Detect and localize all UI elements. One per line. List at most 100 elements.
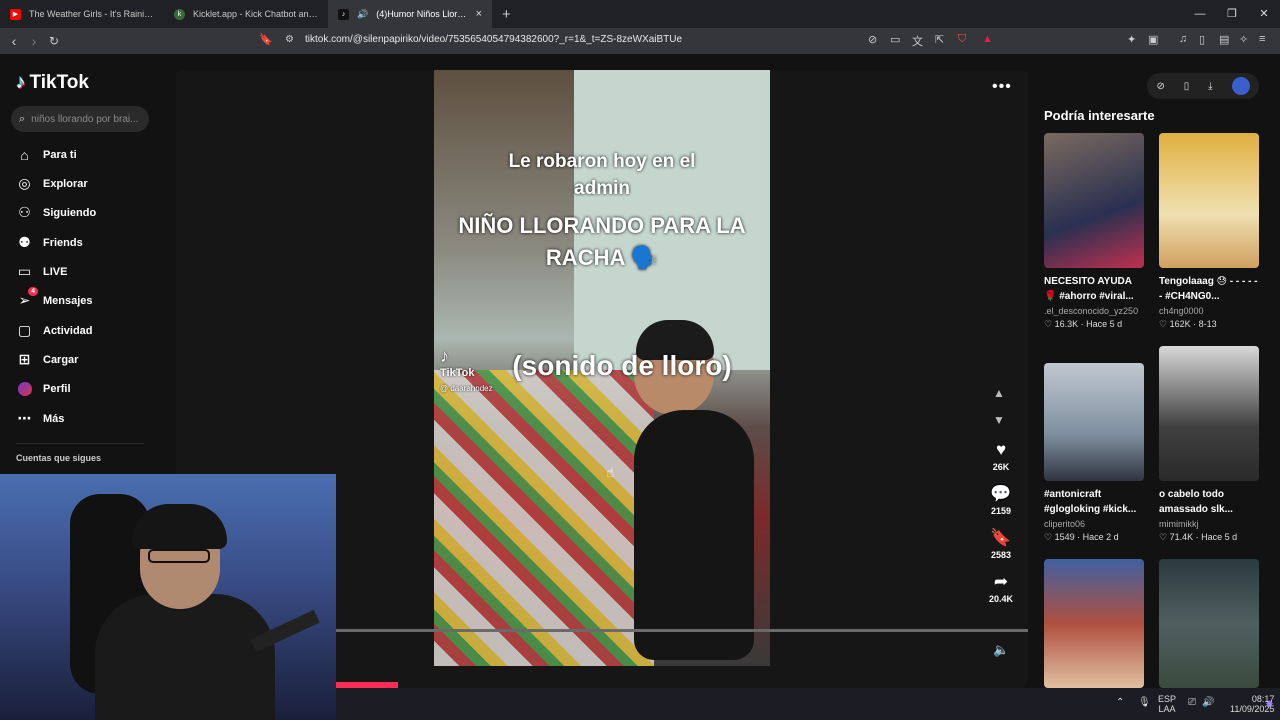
upload-icon: ⊞ [18, 351, 31, 367]
speaker-icon: 🔊 [357, 8, 369, 19]
tiktok-logo[interactable]: ♪ TikTok [16, 72, 89, 94]
rec-card[interactable]: o cabelo todo amassado slk... mimimikkj … [1159, 346, 1259, 543]
sidebar-item-friends[interactable]: ⚉ Friends [16, 234, 83, 251]
sidebar-item-mas[interactable]: ⋯ Más [16, 410, 65, 427]
search-input[interactable]: ⌕ niños llorando por brai... [11, 106, 149, 132]
minimize-icon[interactable]: — [1184, 0, 1216, 28]
user-avatar[interactable] [1231, 77, 1250, 95]
rec-thumbnail[interactable] [1159, 559, 1259, 688]
rec-card[interactable] [1159, 559, 1259, 688]
rewards-icon[interactable]: ▲ [982, 33, 993, 45]
compass-icon: ◎ [18, 175, 31, 191]
rec-thumbnail[interactable] [1159, 346, 1259, 481]
rec-card[interactable]: Tengolaaag 😓 - - - - - - #CH4NG0... ch4n… [1159, 133, 1259, 330]
comment-button[interactable]: 💬 2159 [985, 484, 1017, 516]
share-button[interactable]: ➦ 20.4K [985, 572, 1017, 604]
video-progress-bar[interactable] [336, 629, 1028, 632]
restore-icon[interactable]: ❐ [1216, 0, 1248, 28]
kicklet-icon: k [174, 8, 185, 20]
video-caption-2: NIÑO LLORANDO PARA LA RACHA 🗣️ [458, 213, 746, 270]
home-icon: ⌂ [20, 146, 29, 163]
speaker-tray-icon[interactable]: 🔊 [1202, 697, 1214, 708]
mouse-cursor-icon: ☝ [606, 464, 615, 480]
rec-thumbnail[interactable] [1044, 133, 1144, 268]
translate-icon[interactable]: 文 [912, 33, 923, 49]
like-button[interactable]: ♥ 26K [985, 440, 1017, 472]
sidebar-item-perfil[interactable]: Perfil [16, 380, 71, 397]
tab-groups-icon[interactable]: ▣ [1148, 33, 1158, 46]
forward-icon[interactable]: › [24, 33, 44, 49]
friends-icon: ⚉ [18, 234, 31, 250]
youtube-icon: ▶ [10, 8, 21, 20]
tab-kicklet[interactable]: k Kicklet.app - Kick Chatbot and Overlay [164, 0, 328, 28]
rec-card[interactable] [1044, 559, 1144, 688]
menu-icon[interactable]: ≡ [1259, 33, 1265, 45]
rec-card[interactable]: NECESITO AYUDA 🌹 #ahorro #viral... .el_d… [1044, 133, 1144, 330]
sidebar-item-live[interactable]: ▭ LIVE [16, 263, 68, 280]
video-blanket [434, 370, 654, 666]
more-options-icon[interactable]: ••• [992, 78, 1012, 96]
tiktok-icon: ♪ [338, 8, 349, 20]
video-player[interactable]: Le robaron hoy en el admin NIÑO LLORANDO… [434, 70, 770, 666]
new-tab-icon[interactable]: + [492, 6, 521, 23]
sidebar-item-cargar[interactable]: ⊞ Cargar [16, 351, 79, 368]
reload-icon[interactable]: ↻ [44, 34, 64, 48]
notification-icon[interactable]: ◆ [1266, 698, 1273, 709]
rec-thumbnail[interactable] [1159, 133, 1259, 268]
rec-card[interactable]: #antonicraft #glogloking #kick... cliper… [1044, 346, 1144, 543]
heart-outline-icon: ♡ [1044, 532, 1053, 542]
heart-outline-icon: ♡ [1159, 319, 1168, 329]
sidebar-icon[interactable]: ▯ [1199, 33, 1205, 46]
close-tab-icon[interactable]: × [476, 8, 482, 20]
share-icon[interactable]: ⇱ [935, 33, 944, 46]
microphone-icon[interactable]: 🎙 [1138, 697, 1151, 708]
save-button[interactable]: 🔖 2583 [985, 528, 1017, 560]
sidebar-item-siguiendo[interactable]: ⚇ Siguiendo [16, 204, 96, 221]
bookmark-icon[interactable]: 🔖 [259, 33, 273, 46]
back-icon[interactable]: ‹ [4, 33, 24, 49]
address-bar: ‹ › ↻ 🔖 ⚙ tiktok.com/@silenpapiriko/vide… [0, 28, 1280, 54]
close-window-icon[interactable]: ✕ [1248, 0, 1280, 28]
extensions-icon[interactable]: ✦ [1127, 33, 1136, 46]
tab-tiktok[interactable]: ♪ 🔊 (4)Humor Niños Llora en Roblox × [328, 0, 492, 28]
webcam-overlay [0, 474, 336, 720]
sidebar-item-mensajes[interactable]: ➢ 4 Mensajes [16, 287, 93, 309]
device-icon[interactable]: ▯ [1184, 81, 1190, 92]
browser-tab-bar: ▶ The Weather Girls - It's Raining Men k… [0, 0, 1280, 28]
volume-icon[interactable]: 🔈 [993, 642, 1009, 658]
more-icon: ⋯ [17, 410, 32, 426]
rec-thumbnail[interactable] [1044, 559, 1144, 688]
tiktok-watermark-icon: ♪ [440, 346, 449, 366]
url-field[interactable]: tiktok.com/@silenpapiriko/video/75356540… [305, 34, 682, 45]
network-icon[interactable]: ⎚ [1188, 697, 1196, 708]
tiktok-note-icon: ♪ [16, 72, 26, 93]
wallet-icon[interactable]: ▤ [1219, 33, 1229, 46]
sidebar-item-para-ti[interactable]: ⌂ Para ti [16, 146, 76, 163]
like-count: 26K [992, 462, 1010, 472]
webcam-person-body [95, 594, 275, 720]
tracking-icon[interactable]: ⊘ [868, 33, 877, 46]
coin-icon[interactable]: ⊘ [1156, 81, 1164, 92]
sidebar-item-actividad[interactable]: ▢ Actividad [16, 322, 93, 339]
sidebar-item-explorar[interactable]: ◎ Explorar [16, 175, 87, 192]
next-video-icon[interactable]: ▼ [993, 413, 1005, 427]
language-indicator[interactable]: ESP LAA [1158, 694, 1176, 714]
rec-thumbnail[interactable] [1044, 363, 1144, 481]
music-icon[interactable]: ♫ [1179, 33, 1187, 45]
messages-badge: 4 [28, 287, 38, 296]
brave-shield-icon[interactable]: ⛉ [958, 33, 966, 46]
comment-icon: 💬 [990, 484, 1012, 503]
leo-icon[interactable]: ✧ [1239, 33, 1248, 46]
site-info-icon[interactable]: ⚙ [285, 34, 294, 45]
cast-icon[interactable]: ▭ [890, 33, 900, 46]
tray-chevron-icon[interactable]: ⌃ [1116, 697, 1124, 708]
tab-youtube[interactable]: ▶ The Weather Girls - It's Raining Men [0, 0, 164, 28]
download-icon[interactable]: ⤓ [1208, 81, 1212, 92]
share-count: 20.4K [988, 594, 1014, 604]
previous-video-icon[interactable]: ▲ [993, 386, 1005, 400]
search-icon: ⌕ [19, 112, 26, 125]
tiktok-watermark: ♪ TikTok [440, 346, 475, 379]
watermark-user: @ daarahndez [440, 384, 493, 393]
messages-icon: ➢ 4 [16, 287, 38, 309]
bookmark-save-icon: 🔖 [990, 528, 1012, 547]
